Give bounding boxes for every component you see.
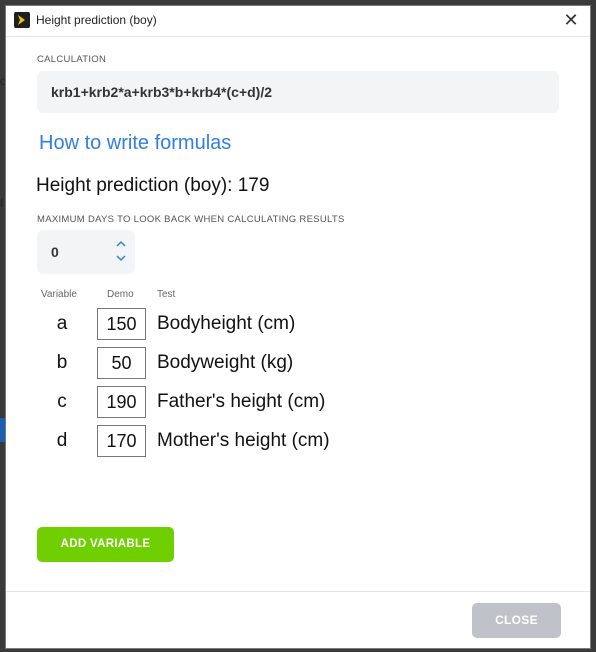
background-fragment: I [0, 196, 4, 210]
days-stepper[interactable]: 0 [37, 230, 135, 274]
window-title: Height prediction (boy) [36, 13, 157, 27]
app-icon [14, 12, 30, 28]
column-header-variable: Variable [41, 289, 77, 300]
variable-letter: a [56, 313, 68, 334]
column-header-demo: Demo [107, 289, 134, 300]
formula-help-link[interactable]: How to write formulas [39, 132, 231, 155]
chevron-up-icon[interactable] [115, 238, 127, 250]
dialog-window: Height prediction (boy) ✕ CALCULATION kr… [5, 5, 591, 649]
calculation-label: CALCULATION [37, 54, 107, 65]
footer-divider [6, 591, 590, 592]
prediction-result: Height prediction (boy): 179 [36, 175, 270, 196]
days-value[interactable]: 0 [51, 244, 59, 260]
chevron-down-icon[interactable] [115, 252, 127, 264]
variable-row: a 150 Bodyheight (cm) [6, 308, 590, 342]
variable-row: b 50 Bodyweight (kg) [6, 347, 590, 381]
variable-letter: c [57, 391, 67, 412]
days-label: MAXIMUM DAYS TO LOOK BACK WHEN CALCULATI… [37, 214, 345, 225]
demo-value-input[interactable]: 50 [97, 347, 146, 379]
variable-row: d 170 Mother's height (cm) [6, 425, 590, 459]
close-icon[interactable]: ✕ [560, 9, 582, 31]
close-button[interactable]: CLOSE [472, 603, 561, 638]
variable-description: Bodyweight (kg) [157, 352, 294, 373]
demo-value-input[interactable]: 150 [97, 308, 146, 340]
add-variable-button[interactable]: ADD VARIABLE [37, 527, 174, 562]
demo-value-input[interactable]: 190 [97, 386, 146, 418]
variable-description: Bodyheight (cm) [157, 313, 296, 334]
variable-letter: b [56, 352, 68, 373]
variable-row: c 190 Father's height (cm) [6, 386, 590, 420]
title-bar: Height prediction (boy) ✕ [6, 6, 590, 37]
variable-description: Father's height (cm) [157, 391, 326, 412]
column-header-test: Test [157, 289, 176, 300]
variable-description: Mother's height (cm) [157, 430, 330, 451]
variable-letter: d [56, 430, 68, 451]
demo-value-input[interactable]: 170 [97, 425, 146, 457]
formula-field[interactable]: krb1+krb2*a+krb3*b+krb4*(c+d)/2 [37, 71, 559, 113]
